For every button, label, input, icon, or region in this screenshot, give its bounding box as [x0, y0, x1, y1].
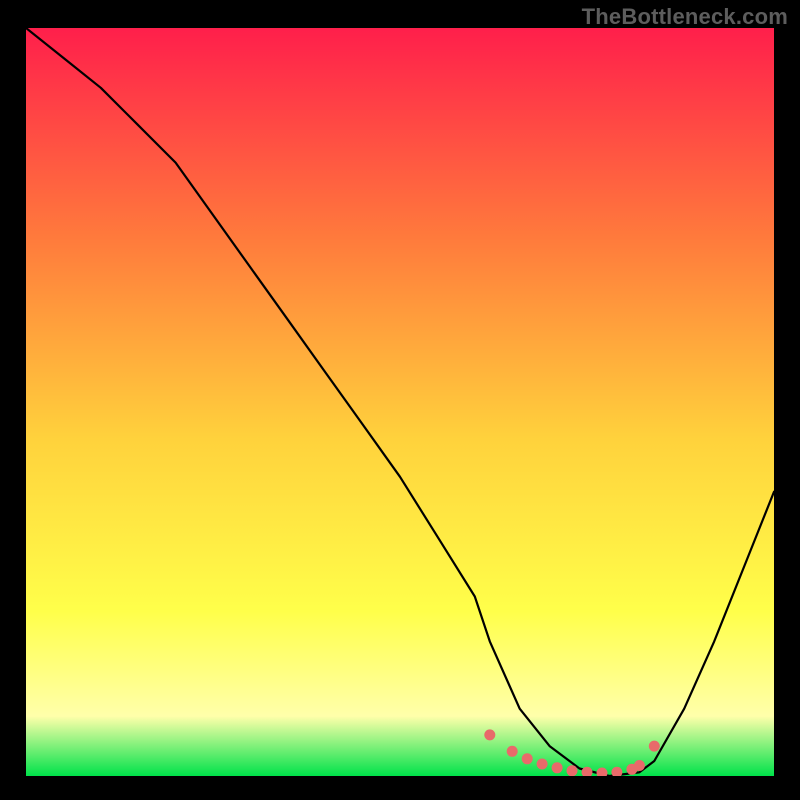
marker-dot [537, 759, 548, 770]
marker-dot [634, 760, 645, 771]
chart-svg [26, 28, 774, 776]
gradient-background [26, 28, 774, 776]
plot-area [26, 28, 774, 776]
marker-dot [552, 762, 563, 773]
marker-dot [484, 729, 495, 740]
marker-dot [507, 746, 518, 757]
marker-dot [649, 741, 660, 752]
marker-dot [567, 765, 578, 776]
marker-dot [522, 753, 533, 764]
watermark-text: TheBottleneck.com [582, 4, 788, 30]
chart-stage: TheBottleneck.com [0, 0, 800, 800]
